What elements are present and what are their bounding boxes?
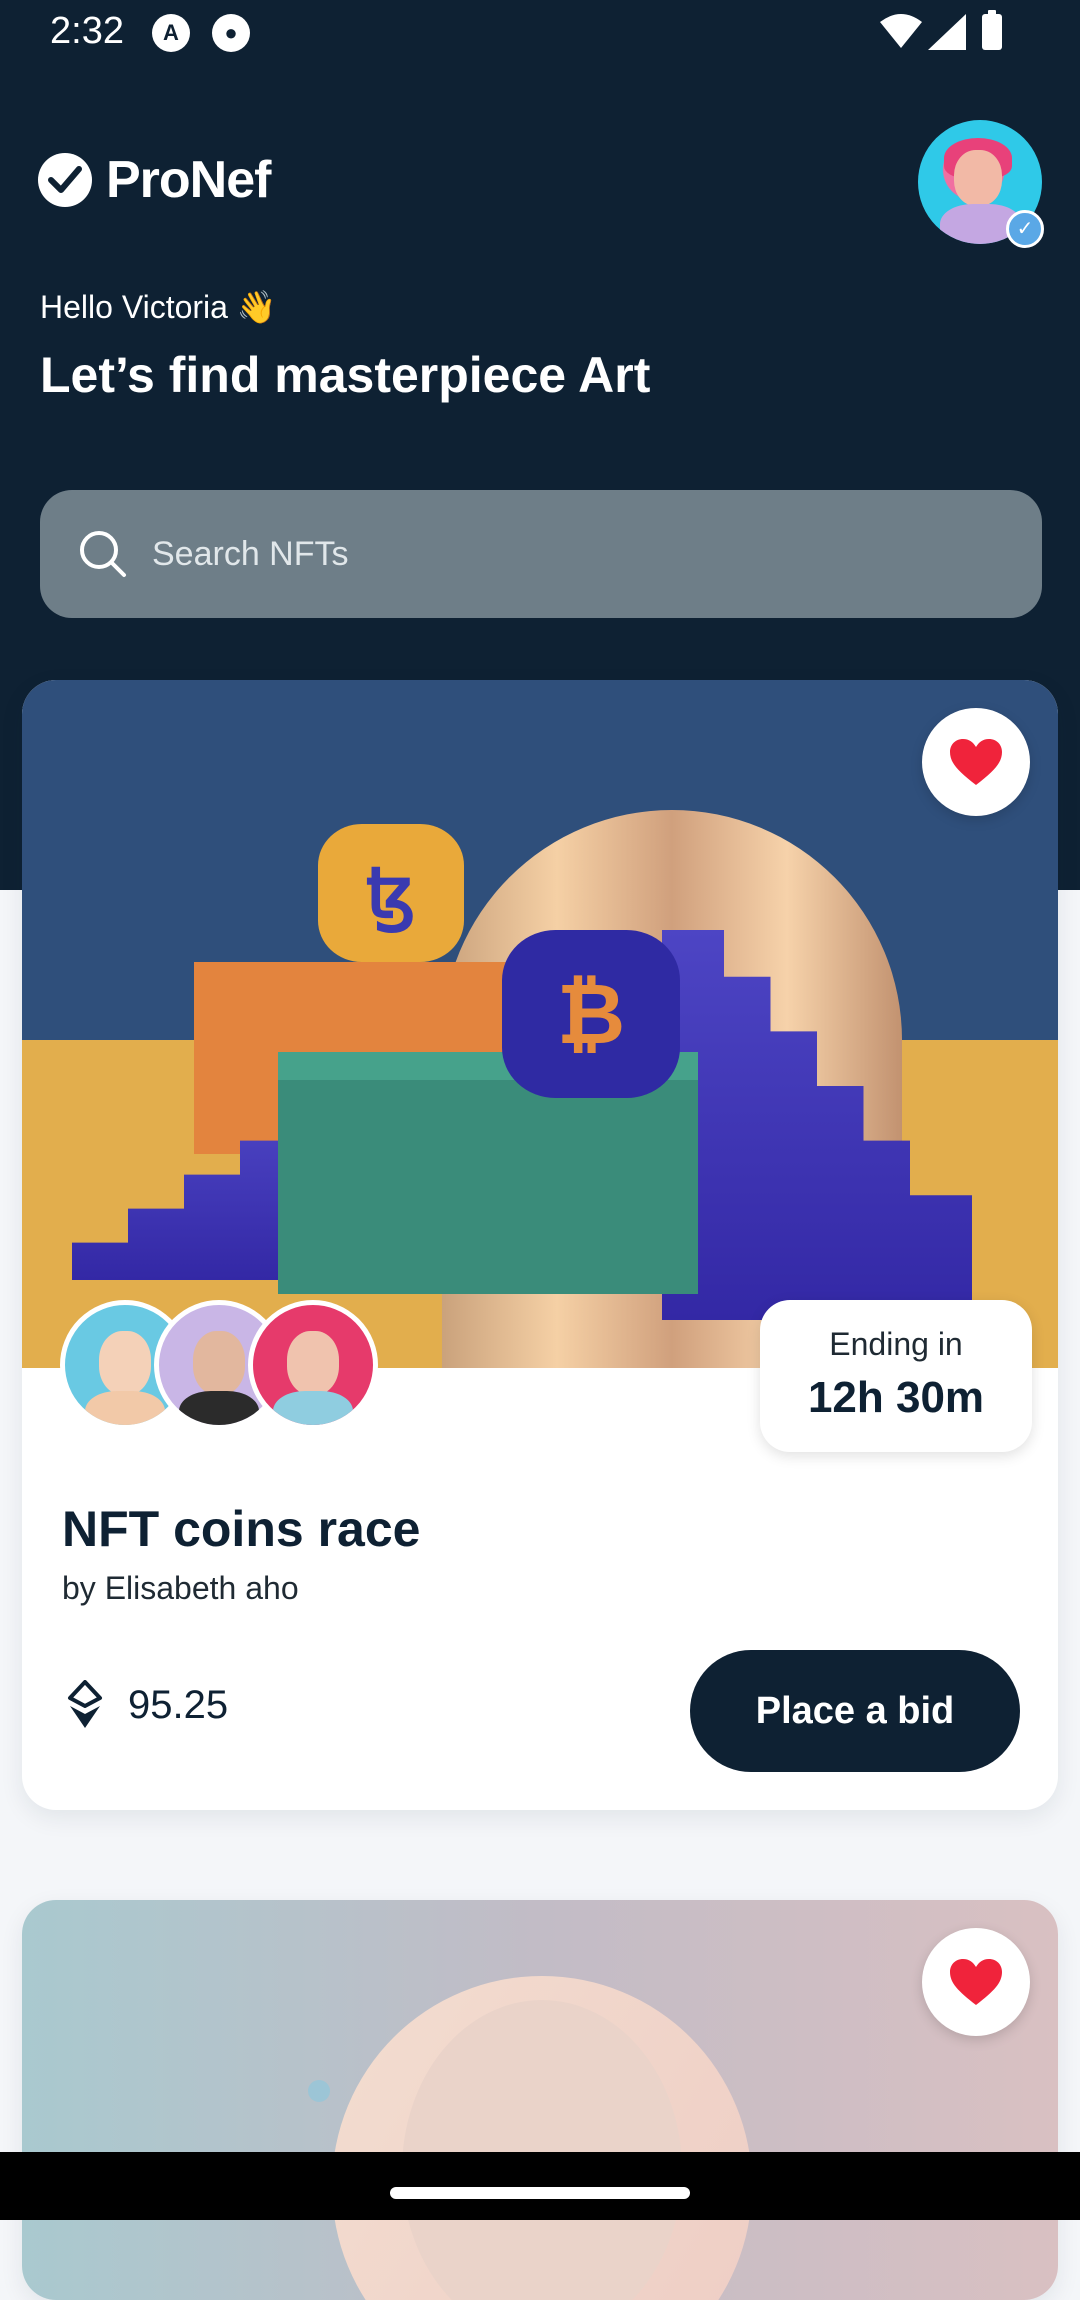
nft-card[interactable]: ꜩ ₿ Ending in 12h 30m NFT coins race by … [22,680,1058,1810]
search-input[interactable] [150,533,954,575]
nft-artwork-image [22,1900,1058,2300]
wifi-icon [880,14,922,48]
signal-icon [928,14,966,50]
brand-name: ProNef [106,151,271,209]
notification-app-icon: A [152,14,190,52]
bidder-avatars [60,1300,390,1432]
ethereum-icon [68,1680,102,1728]
nft-title: NFT coins race [62,1501,421,1557]
home-indicator[interactable] [390,2187,690,2199]
auction-timer: Ending in 12h 30m [760,1300,1032,1452]
bitcoin-coin-icon: ₿ [502,930,680,1098]
search-bar[interactable] [40,490,1042,618]
price-value: 95.25 [128,1682,229,1727]
status-time: 2:32 [50,10,124,52]
place-bid-button[interactable]: Place a bid [690,1650,1020,1772]
greeting-text: Hello Victoria 👋 [40,289,277,325]
search-icon [78,529,128,579]
nft-card[interactable] [22,1900,1058,2300]
notification-cat-icon: ● [212,14,250,52]
verified-badge-icon: ✓ [1006,210,1044,248]
brand-logo: ProNef [38,151,271,209]
nft-price: 95.25 [66,1680,228,1730]
battery-icon [982,10,1002,50]
avatar [248,1300,378,1430]
ending-label: Ending in [829,1326,963,1362]
page-headline: Let’s find masterpiece Art [40,347,651,403]
ending-time: 12h 30m [807,1373,985,1422]
check-logo-icon [38,153,92,207]
status-bar: 2:32 A ● [0,0,1080,70]
favorite-button[interactable] [922,1928,1030,2036]
heart-icon [950,1959,1002,2005]
system-navigation-bar [0,2152,1080,2220]
tezos-coin-icon: ꜩ [318,824,464,962]
heart-icon [950,739,1002,785]
nft-author: by Elisabeth aho [62,1570,299,1606]
favorite-button[interactable] [922,708,1030,816]
nft-artwork-image: ꜩ ₿ [22,680,1058,1368]
